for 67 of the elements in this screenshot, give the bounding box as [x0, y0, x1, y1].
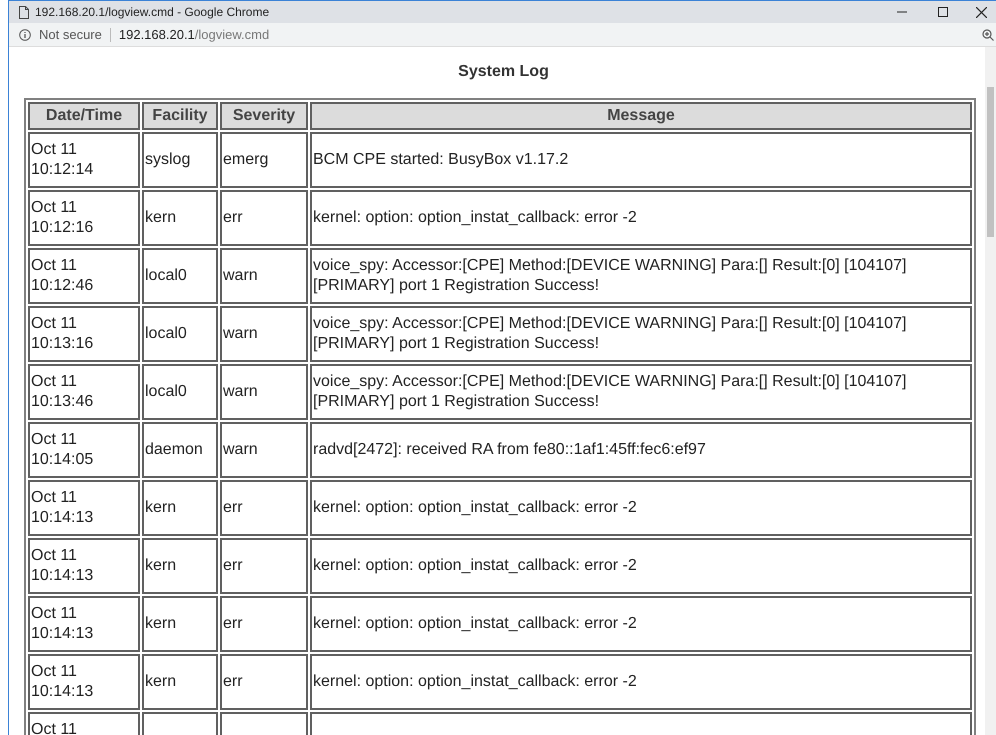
time-text: 10:14:13 [31, 682, 94, 702]
table-cell: voice_spy: Accessor:[CPE] Method:[DEVICE WARNING] Para:[] Result:[0] [104107][PRIMARY] port 1 Registration Success! [310, 364, 972, 420]
table-cell: warn [220, 422, 308, 478]
table-cell: err [220, 538, 308, 594]
table-cell: warn [220, 248, 308, 304]
time-text: 10:14:13 [31, 508, 94, 528]
table-cell: radvd[2472]: received RA from fe80::1af1:45ff:fec6:ef97 [310, 422, 972, 478]
close-icon [976, 6, 986, 18]
table-cell: err [220, 480, 308, 536]
window-title: 192.168.20.1/logview.cmd - Google Chrome [35, 4, 270, 21]
table-cell: warn [220, 364, 308, 420]
date-text: Oct 11 [31, 720, 77, 735]
table-cell: warn [220, 306, 308, 362]
scrollbar-thumb[interactable] [987, 87, 994, 237]
table-cell: kern [142, 654, 218, 710]
table-cell: err [220, 654, 308, 710]
date-text: Oct 11 [31, 256, 77, 276]
table-cell: kernel: option: option_instat_callback: error -2 [310, 596, 972, 652]
url-text[interactable]: 192.168.20.1/logview.cmd [118, 24, 270, 44]
date-text: Oct 11 [31, 198, 77, 218]
table-cell: kern [142, 480, 218, 536]
scrollbar[interactable] [985, 47, 996, 735]
time-text: 10:14:13 [31, 566, 94, 586]
table-cell: kern [142, 190, 218, 246]
security-label: Not secure [39, 26, 102, 44]
table-cell: emerg [220, 132, 308, 188]
table-cell: voice_spy: Accessor:[CPE] Method:[DEVICE WARNING] Para:[] Result:[0] [104107][PRIMARY] port 1 Registration Success! [310, 248, 972, 304]
table-cell: BCM CPE started: BusyBox v1.17.2 [310, 132, 972, 188]
time-text: 10:12:16 [31, 218, 94, 238]
table-cell: syslog [142, 132, 218, 188]
column-header: Date/Time [28, 102, 140, 130]
date-text: Oct 11 [31, 546, 77, 566]
time-text: 10:12:46 [31, 276, 94, 296]
date-text: Oct 11 [31, 430, 77, 450]
time-text: 10:12:14 [31, 160, 94, 180]
zoom-icon[interactable] [982, 28, 994, 40]
time-text: 10:14:13 [31, 624, 94, 644]
column-header: Facility [142, 102, 218, 130]
table-cell: local0 [142, 248, 218, 304]
table-cell: kern [142, 596, 218, 652]
date-text: Oct 11 [31, 662, 77, 682]
table-cell: kernel: option: option_instat_callback: error -2 [310, 190, 972, 246]
table-cell: daemon [142, 422, 218, 478]
date-text: Oct 11 [31, 604, 77, 624]
date-text: Oct 11 [31, 140, 77, 160]
column-header: Message [310, 102, 972, 130]
date-text: Oct 11 [31, 372, 77, 392]
page-icon [19, 6, 29, 18]
minimize-icon [897, 11, 907, 13]
date-text: Oct 11 [31, 314, 77, 334]
time-text: 10:14:05 [31, 450, 94, 470]
date-text: Oct 11 [31, 488, 77, 508]
table-cell: err [220, 190, 308, 246]
table-cell: voice_spy: Accessor:[CPE] Method:[DEVICE WARNING] Para:[] Result:[0] [104107][PRIMARY] port 1 Registration Success! [310, 306, 972, 362]
time-text: 10:13:16 [31, 334, 94, 354]
maximize-icon [938, 7, 948, 17]
table-cell: kernel: option: option_instat_callback: error -2 [310, 480, 972, 536]
table-cell: local0 [142, 364, 218, 420]
table-cell: local0 [142, 306, 218, 362]
table-cell: kern [142, 538, 218, 594]
page-title: System Log [458, 63, 549, 80]
time-text: 10:13:46 [31, 392, 94, 412]
table-cell: err [220, 596, 308, 652]
info-icon[interactable] [19, 28, 31, 40]
table-cell: kernel: option: option_instat_callback: error -2 [310, 654, 972, 710]
table-cell: kernel: option: option_instat_callback: error -2 [310, 538, 972, 594]
column-header: Severity [220, 102, 308, 130]
